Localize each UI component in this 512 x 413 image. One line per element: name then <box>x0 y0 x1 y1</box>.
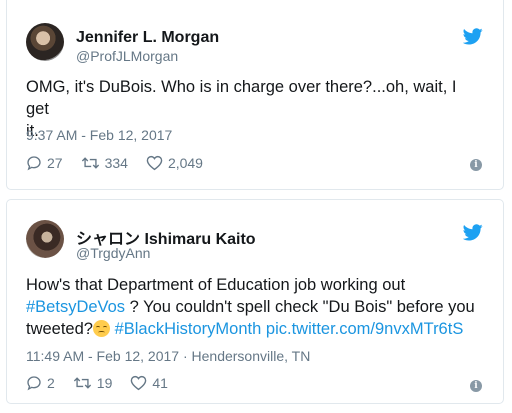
reply-button[interactable]: 2 <box>26 375 55 391</box>
author-handle[interactable]: @ProfJLMorgan <box>76 48 178 64</box>
tweet-text-fragment: tweeted? <box>26 320 93 338</box>
info-icon[interactable]: i <box>470 380 482 392</box>
tweet-card[interactable]: シャロン Ishimaru Kaito @TrgdyAnn How's that… <box>6 199 504 404</box>
like-button[interactable]: 2,049 <box>146 155 203 171</box>
retweet-count: 19 <box>96 375 113 391</box>
tweet-text: How's that Department of Education job w… <box>26 274 483 340</box>
tweet-timestamp[interactable]: 11:49 AM - Feb 12, 2017 · Hendersonville… <box>26 348 310 364</box>
reply-icon <box>27 376 41 391</box>
disappointed-face-emoji-icon <box>92 320 110 337</box>
like-button[interactable]: 41 <box>130 375 168 391</box>
media-link[interactable]: pic.twitter.com/9nvxMTr6tS <box>266 320 463 338</box>
reply-button[interactable]: 27 <box>26 155 63 171</box>
info-icon[interactable]: i <box>470 159 482 171</box>
avatar[interactable] <box>26 23 64 61</box>
retweet-icon <box>73 377 91 389</box>
tweet-text-line: OMG, it's DuBois. Who is in charge over … <box>26 78 457 118</box>
tweet-timestamp[interactable]: 9:37 AM - Feb 12, 2017 <box>26 127 172 143</box>
tweet-actions: 27 334 2,049 <box>26 155 221 171</box>
reply-count: 2 <box>47 375 55 391</box>
retweet-icon <box>81 157 99 169</box>
heart-icon <box>146 155 163 171</box>
reply-count: 27 <box>47 155 63 171</box>
tweet-text-fragment: ? You couldn't spell check "Du Bois" bef… <box>125 298 475 316</box>
twitter-bird-icon[interactable] <box>463 28 483 45</box>
tweet-text-line: How's that Department of Education job w… <box>26 276 406 294</box>
hashtag-link[interactable]: #BlackHistoryMonth <box>115 320 262 338</box>
author-handle[interactable]: @TrgdyAnn <box>76 245 150 261</box>
retweet-button[interactable]: 19 <box>73 375 113 391</box>
avatar[interactable] <box>26 220 64 258</box>
like-count: 41 <box>152 375 168 391</box>
heart-icon <box>131 375 147 391</box>
tweet-actions: 2 19 41 <box>26 375 186 391</box>
twitter-bird-icon[interactable] <box>463 224 483 241</box>
hashtag-link[interactable]: #BetsyDeVos <box>26 298 125 316</box>
like-count: 2,049 <box>167 155 203 171</box>
reply-icon <box>27 156 41 171</box>
tweet-card[interactable]: Jennifer L. Morgan @ProfJLMorgan OMG, it… <box>6 0 504 190</box>
author-name[interactable]: Jennifer L. Morgan <box>76 29 219 47</box>
retweet-button[interactable]: 334 <box>81 155 128 171</box>
retweet-count: 334 <box>104 155 128 171</box>
